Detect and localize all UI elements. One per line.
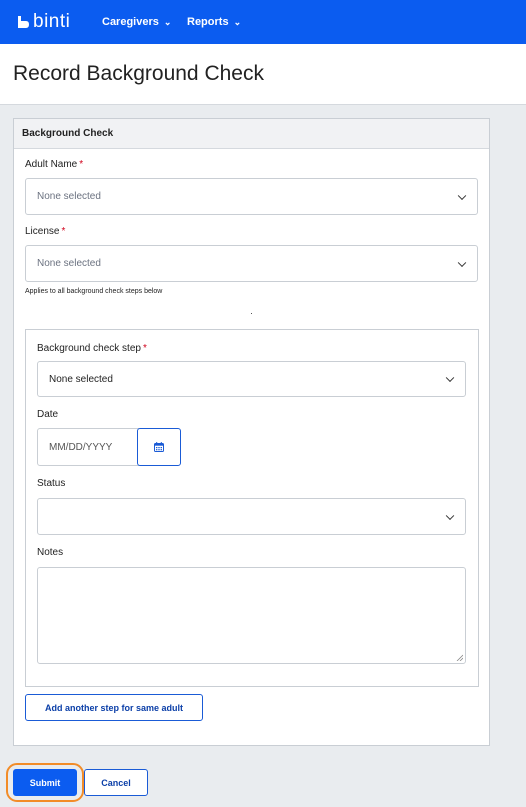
- step-label-text: Background check step: [37, 343, 141, 354]
- submit-button[interactable]: Submit: [13, 769, 77, 796]
- step-value: None selected: [49, 373, 113, 385]
- page-header: Record Background Check: [0, 44, 526, 105]
- card-header: Background Check: [14, 119, 489, 149]
- nav-caregivers-label: Caregivers: [102, 16, 159, 28]
- page-title: Record Background Check: [13, 62, 264, 85]
- background-check-step-group: Background check step * None selected Dat…: [25, 329, 479, 687]
- divider-dot: [251, 313, 252, 314]
- required-marker: *: [79, 159, 84, 170]
- card-title: Background Check: [22, 128, 114, 139]
- nav-reports-label: Reports: [187, 16, 229, 28]
- add-step-button[interactable]: Add another step for same adult: [25, 694, 203, 721]
- adult-name-label-text: Adult Name: [25, 159, 78, 170]
- adult-name-select[interactable]: None selected: [25, 178, 478, 215]
- license-select[interactable]: None selected: [25, 245, 478, 282]
- add-step-button-label: Add another step for same adult: [44, 702, 184, 713]
- adult-name-label: Adult Name *: [25, 159, 83, 170]
- license-label-text: License: [25, 226, 60, 237]
- required-marker: *: [61, 226, 66, 237]
- chevron-down-icon: [445, 511, 455, 520]
- resize-handle-icon[interactable]: [456, 654, 463, 661]
- chevron-down-icon: ⌄: [233, 16, 242, 27]
- license-helper-text: Applies to all background check steps be…: [25, 288, 163, 295]
- binti-logo-icon: [18, 16, 29, 28]
- date-label: Date: [37, 409, 59, 420]
- cancel-button-label: Cancel: [101, 777, 131, 788]
- nav-reports[interactable]: Reports ⌄: [187, 0, 241, 44]
- chevron-down-icon: ⌄: [163, 16, 172, 27]
- logo-text: binti: [33, 11, 71, 32]
- license-value: None selected: [37, 258, 101, 269]
- date-picker-button[interactable]: [137, 428, 181, 466]
- background-check-step-select[interactable]: None selected: [37, 361, 466, 397]
- status-select[interactable]: [37, 498, 466, 535]
- step-label: Background check step *: [37, 343, 147, 354]
- status-label: Status: [37, 478, 66, 489]
- adult-name-value: None selected: [37, 191, 101, 202]
- chevron-down-icon: [457, 258, 467, 267]
- notes-label: Notes: [37, 547, 64, 558]
- nav-caregivers[interactable]: Caregivers ⌄: [102, 0, 171, 44]
- license-label: License *: [25, 226, 65, 237]
- chevron-down-icon: [457, 191, 467, 200]
- calendar-icon: [154, 442, 164, 452]
- top-nav-bar: binti Caregivers ⌄ Reports ⌄: [0, 0, 526, 44]
- notes-textarea[interactable]: [37, 567, 466, 664]
- date-input[interactable]: MM/DD/YYYY: [37, 428, 139, 466]
- date-placeholder: MM/DD/YYYY: [49, 441, 113, 453]
- binti-logo[interactable]: binti: [16, 12, 70, 32]
- chevron-down-icon: [445, 373, 455, 383]
- cancel-button[interactable]: Cancel: [84, 769, 148, 796]
- submit-button-label: Submit: [29, 777, 61, 788]
- required-marker: *: [142, 343, 147, 354]
- background-check-card: Background Check Adult Name * None select…: [13, 118, 490, 746]
